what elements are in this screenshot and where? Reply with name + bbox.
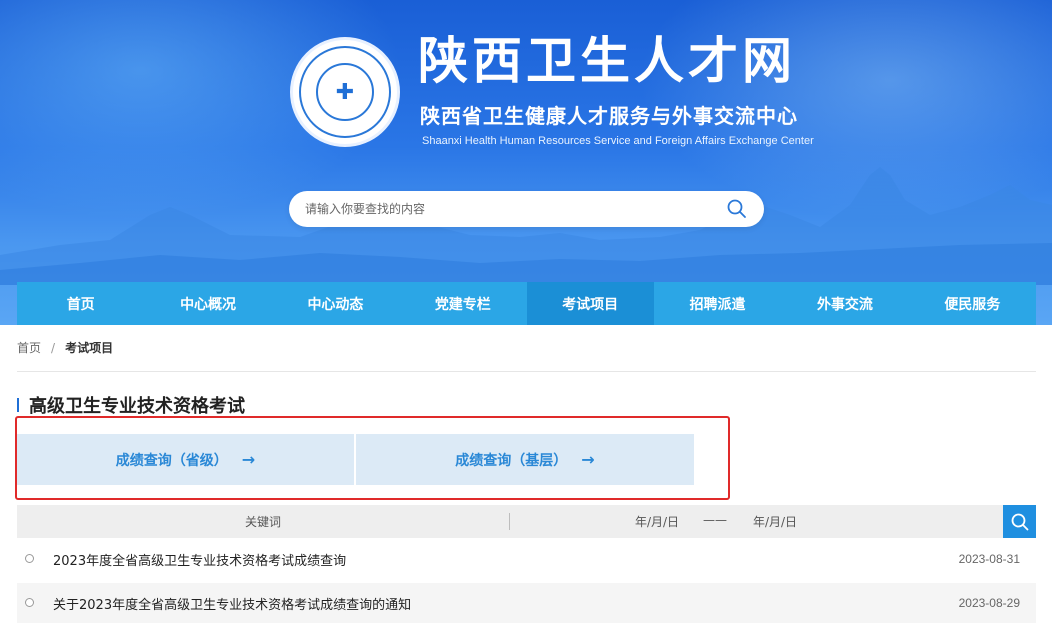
search-button[interactable] — [726, 198, 748, 220]
breadcrumb-home-link[interactable]: 首页 — [17, 339, 41, 356]
filter-search-button[interactable] — [1003, 505, 1036, 538]
logo-ring: ✚ — [299, 46, 391, 138]
nav-item-public-service[interactable]: 便民服务 — [909, 282, 1036, 325]
list-item-title[interactable]: 2023年度全省高级卫生专业技术资格考试成绩查询 — [53, 550, 346, 569]
search-input[interactable] — [305, 197, 705, 221]
search-icon — [727, 199, 746, 218]
section-title: 高级卫生专业技术资格考试 — [29, 396, 245, 417]
filter-divider — [509, 513, 510, 530]
list-item[interactable]: 2023年度全省高级卫生专业技术资格考试成绩查询 2023-08-31 — [17, 539, 1036, 579]
end-date-input[interactable] — [735, 505, 815, 538]
breadcrumb: 首页 / 考试项目 — [17, 339, 113, 356]
arrow-right-icon: → — [241, 450, 256, 469]
bullet-circle-icon — [25, 554, 34, 563]
list-item[interactable]: 关于2023年度全省高级卫生专业技术资格考试成绩查询的通知 2023-08-29 — [17, 583, 1036, 623]
header-banner: ✚ 陕西卫生人才网 陕西省卫生健康人才服务与外事交流中心 Shaanxi Hea… — [0, 0, 1052, 325]
list-item-date: 2023-08-29 — [958, 596, 1020, 610]
nav-item-home[interactable]: 首页 — [17, 282, 144, 325]
breadcrumb-current: 考试项目 — [65, 341, 114, 355]
bullet-circle-icon — [25, 598, 34, 607]
site-subtitle-en: Shaanxi Health Human Resources Service a… — [422, 135, 814, 147]
site-logo[interactable]: ✚ — [290, 37, 400, 147]
nav-item-center-overview[interactable]: 中心概况 — [144, 282, 271, 325]
filter-bar: —— — [17, 505, 1036, 538]
date-range-dash: —— — [703, 513, 727, 527]
score-query-provincial-button[interactable]: 成绩查询（省级） → — [17, 434, 354, 485]
button-label: 成绩查询（基层） — [455, 452, 568, 469]
site-title: 陕西卫生人才网 — [418, 31, 796, 90]
search-box — [289, 191, 764, 227]
nav-item-recruitment[interactable]: 招聘派遣 — [654, 282, 781, 325]
heading-accent-bar — [17, 398, 19, 412]
start-date-input[interactable] — [617, 505, 697, 538]
breadcrumb-separator: / — [51, 340, 56, 355]
nav-item-party-column[interactable]: 党建专栏 — [399, 282, 526, 325]
arrow-right-icon: → — [581, 450, 595, 469]
site-subtitle: 陕西省卫生健康人才服务与外事交流中心 — [420, 104, 798, 128]
main-nav: 首页 中心概况 中心动态 党建专栏 考试项目 招聘派遣 外事交流 便民服务 — [17, 282, 1036, 325]
button-label: 成绩查询（省级） — [115, 452, 228, 469]
nav-item-exam-projects[interactable]: 考试项目 — [526, 282, 654, 325]
nav-item-foreign-affairs[interactable]: 外事交流 — [781, 282, 908, 325]
search-icon — [1011, 513, 1028, 530]
nav-item-center-news[interactable]: 中心动态 — [272, 282, 399, 325]
divider — [17, 371, 1036, 372]
score-query-grassroots-button[interactable]: 成绩查询（基层） → — [356, 434, 694, 485]
emblem-logo-icon: ✚ — [316, 63, 374, 121]
list-item-date: 2023-08-31 — [958, 552, 1020, 566]
section-heading: 高级卫生专业技术资格考试 — [17, 394, 245, 417]
list-item-title[interactable]: 关于2023年度全省高级卫生专业技术资格考试成绩查询的通知 — [53, 594, 411, 613]
keyword-input[interactable] — [17, 505, 509, 538]
